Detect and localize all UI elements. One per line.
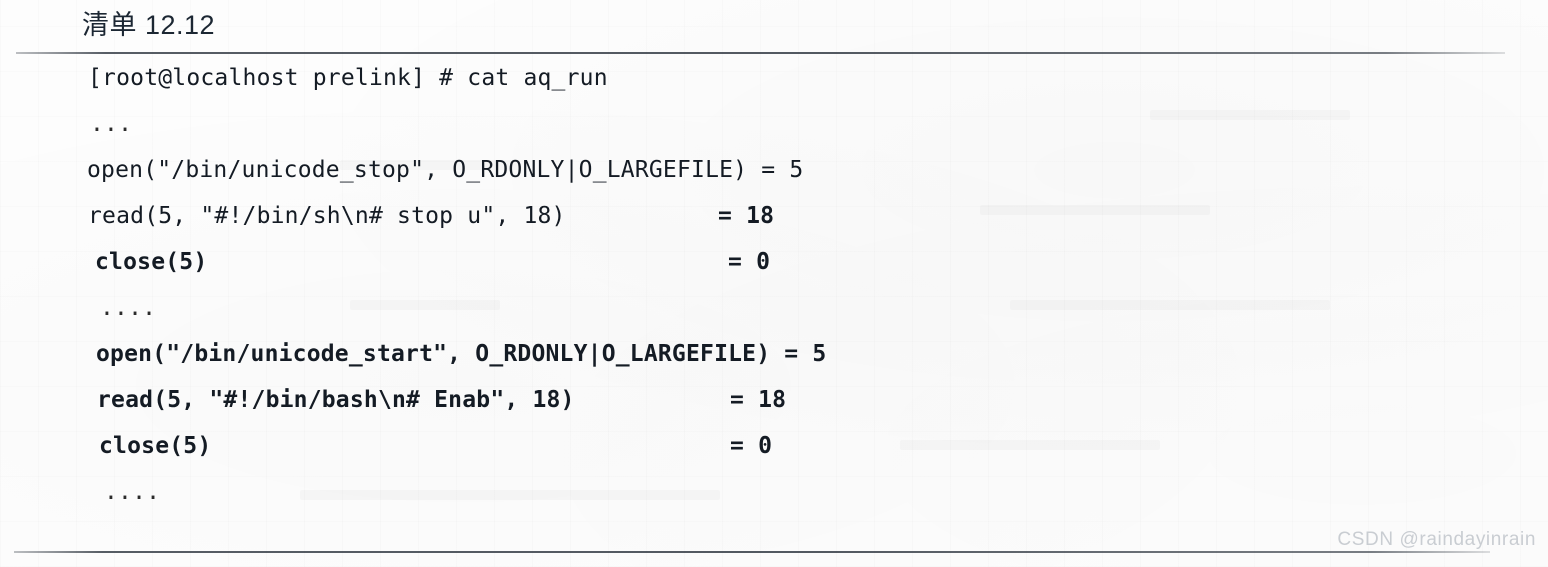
code-line: ...	[0, 109, 1548, 155]
code-line-text: close(5)	[95, 249, 208, 275]
page-title: 清单 12.12	[82, 10, 216, 40]
code-line: open("/bin/unicode_start", O_RDONLY|O_LA…	[0, 339, 1548, 385]
code-line: read(5, "#!/bin/bash\n# Enab", 18) = 18	[0, 385, 1548, 431]
code-line-return-value: = 0	[728, 249, 771, 275]
code-line: open("/bin/unicode_stop", O_RDONLY|O_LAR…	[0, 155, 1548, 201]
divider-top	[16, 52, 1505, 54]
scanned-book-page: 清单 12.12 [root@localhost prelink] # cat …	[0, 0, 1548, 567]
code-ellipsis: ....	[104, 479, 161, 505]
code-line-text: close(5)	[99, 433, 212, 459]
code-line-text: read(5, "#!/bin/sh\n# stop u", 18)	[88, 203, 566, 229]
code-line: ....	[0, 477, 1548, 523]
code-line: close(5) = 0	[0, 247, 1548, 293]
code-line-return-value: = 18	[718, 203, 775, 229]
code-line: ....	[0, 293, 1548, 339]
code-line-text: [root@localhost prelink] # cat aq_run	[88, 65, 608, 91]
watermark: CSDN @raindayinrain	[1337, 529, 1536, 550]
code-line: read(5, "#!/bin/sh\n# stop u", 18) = 18	[0, 201, 1548, 247]
code-ellipsis: ....	[100, 295, 157, 321]
divider-bottom	[14, 551, 1490, 553]
code-ellipsis: ...	[90, 111, 133, 137]
code-line-text: read(5, "#!/bin/bash\n# Enab", 18)	[97, 387, 575, 413]
code-line-return-value: = 18	[730, 387, 787, 413]
code-line-text: open("/bin/unicode_start", O_RDONLY|O_LA…	[96, 341, 827, 367]
code-line-text: open("/bin/unicode_stop", O_RDONLY|O_LAR…	[87, 157, 804, 183]
code-line: close(5) = 0	[0, 431, 1548, 477]
code-listing: [root@localhost prelink] # cat aq_run...…	[0, 63, 1548, 523]
code-line-return-value: = 0	[730, 433, 773, 459]
code-line: [root@localhost prelink] # cat aq_run	[0, 63, 1548, 109]
